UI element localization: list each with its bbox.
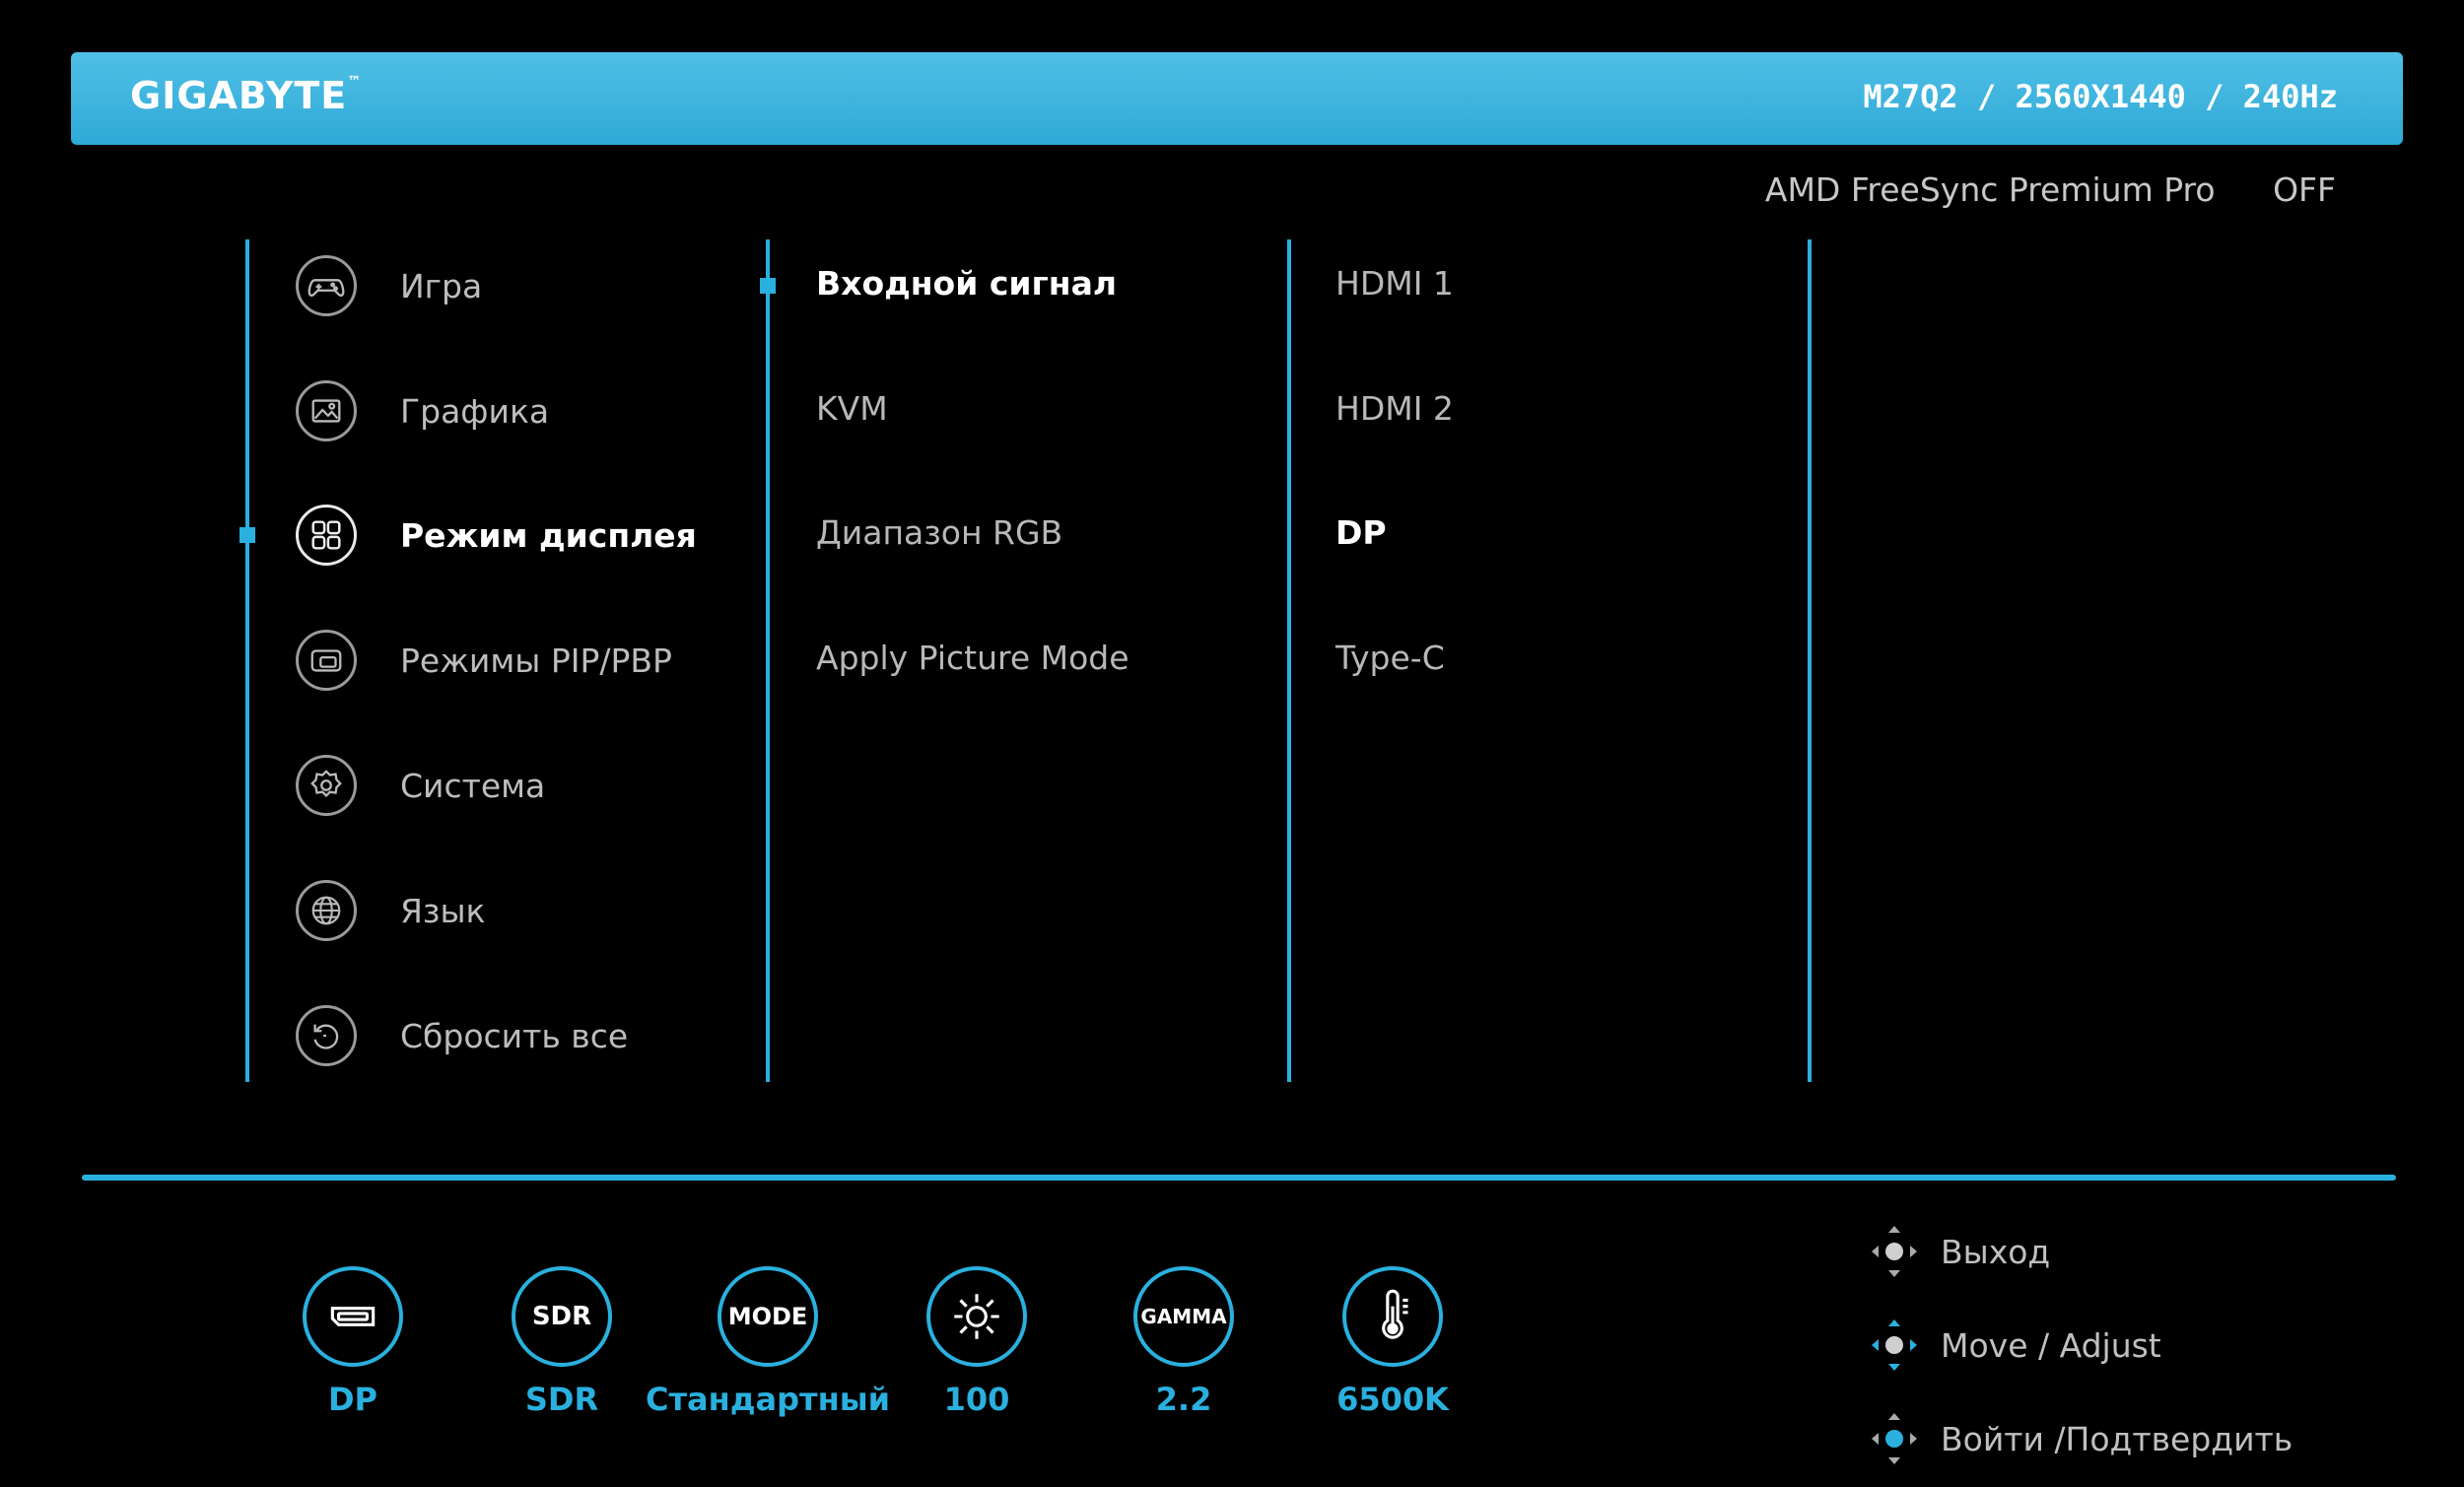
main-menu-selection-marker — [240, 527, 255, 543]
menu-item-label: Игра — [400, 266, 483, 305]
column-divider — [766, 239, 770, 1082]
sub-menu-kvm[interactable]: KVM — [816, 389, 888, 428]
brand-logo: GIGABYTE™ — [130, 74, 363, 117]
thermometer-icon — [1342, 1266, 1443, 1367]
sub-menu-apply-picture-mode[interactable]: Apply Picture Mode — [816, 639, 1129, 677]
status-picture-mode: MODE Стандартный — [646, 1266, 890, 1418]
sub-menu-selection-marker — [760, 278, 776, 294]
pip-icon — [296, 630, 357, 691]
option-hdmi-2[interactable]: HDMI 2 — [1335, 389, 1454, 428]
menu-item-label: Графика — [400, 391, 550, 431]
option-type-c[interactable]: Type-C — [1335, 639, 1445, 677]
menu-item-label: Система — [400, 766, 546, 805]
hint-enter-confirm: Войти /Подтвердить — [1868, 1409, 2293, 1468]
menu-item-pip-pbp[interactable]: Режимы PIP/PBP — [296, 626, 672, 695]
column-divider — [1287, 239, 1291, 1082]
menu-item-display-mode[interactable]: Режим дисплея — [296, 501, 697, 570]
sub-menu-input-signal[interactable]: Входной сигнал — [816, 264, 1117, 303]
hint-move-adjust: Move / Adjust — [1868, 1316, 2161, 1375]
menu-item-reset-all[interactable]: Сбросить все — [296, 1001, 628, 1070]
menu-item-label: Режим дисплея — [400, 515, 697, 555]
status-color-temperature: 6500K — [1324, 1266, 1462, 1418]
status-gamma: GAMMA 2.2 — [1115, 1266, 1253, 1418]
joystick-press-icon — [1872, 1226, 1917, 1277]
sdr-icon: SDR — [512, 1266, 612, 1367]
option-hdmi-1[interactable]: HDMI 1 — [1335, 264, 1454, 303]
globe-icon — [296, 880, 357, 941]
mode-icon: MODE — [718, 1266, 818, 1367]
column-divider — [245, 239, 249, 1082]
menu-item-label: Сбросить все — [400, 1016, 629, 1055]
gamepad-icon — [296, 255, 357, 316]
freesync-value: OFF — [2273, 170, 2336, 209]
status-brightness: 100 — [908, 1266, 1046, 1418]
status-input-source: DP — [284, 1266, 422, 1418]
status-hdr-mode: SDR SDR — [493, 1266, 631, 1418]
column-divider — [1808, 239, 1812, 1082]
dp-port-icon — [303, 1266, 403, 1367]
joystick-enter-icon — [1872, 1413, 1917, 1464]
freesync-status: AMD FreeSync Premium Pro OFF — [1765, 170, 2336, 209]
gear-icon — [296, 755, 357, 816]
osd-header: GIGABYTE™ M27Q2 / 2560X1440 / 240Hz — [71, 52, 2403, 145]
hint-label: Выход — [1941, 1232, 2051, 1271]
model-info: M27Q2 / 2560X1440 / 240Hz — [1863, 78, 2338, 115]
freesync-label: AMD FreeSync Premium Pro — [1764, 170, 2216, 209]
gamma-icon: GAMMA — [1133, 1266, 1234, 1367]
menu-item-language[interactable]: Язык — [296, 876, 485, 945]
menu-item-game[interactable]: Игра — [296, 251, 482, 320]
option-dp[interactable]: DP — [1335, 513, 1387, 552]
display-mode-icon — [296, 505, 357, 566]
hint-label: Войти /Подтвердить — [1941, 1419, 2293, 1458]
reset-icon — [296, 1005, 357, 1066]
brightness-icon — [926, 1266, 1027, 1367]
joystick-move-icon — [1872, 1319, 1917, 1371]
hint-exit: Выход — [1868, 1222, 2050, 1281]
picture-icon — [296, 380, 357, 441]
menu-item-label: Режимы PIP/PBP — [400, 641, 672, 680]
status-label: 6500K — [1336, 1381, 1449, 1418]
menu-item-system[interactable]: Система — [296, 751, 545, 820]
hint-label: Move / Adjust — [1941, 1325, 2161, 1365]
menu-item-label: Язык — [400, 891, 486, 930]
sub-menu-rgb-range[interactable]: Диапазон RGB — [816, 513, 1062, 552]
menu-item-graphics[interactable]: Графика — [296, 376, 549, 445]
footer-divider — [82, 1175, 2396, 1181]
